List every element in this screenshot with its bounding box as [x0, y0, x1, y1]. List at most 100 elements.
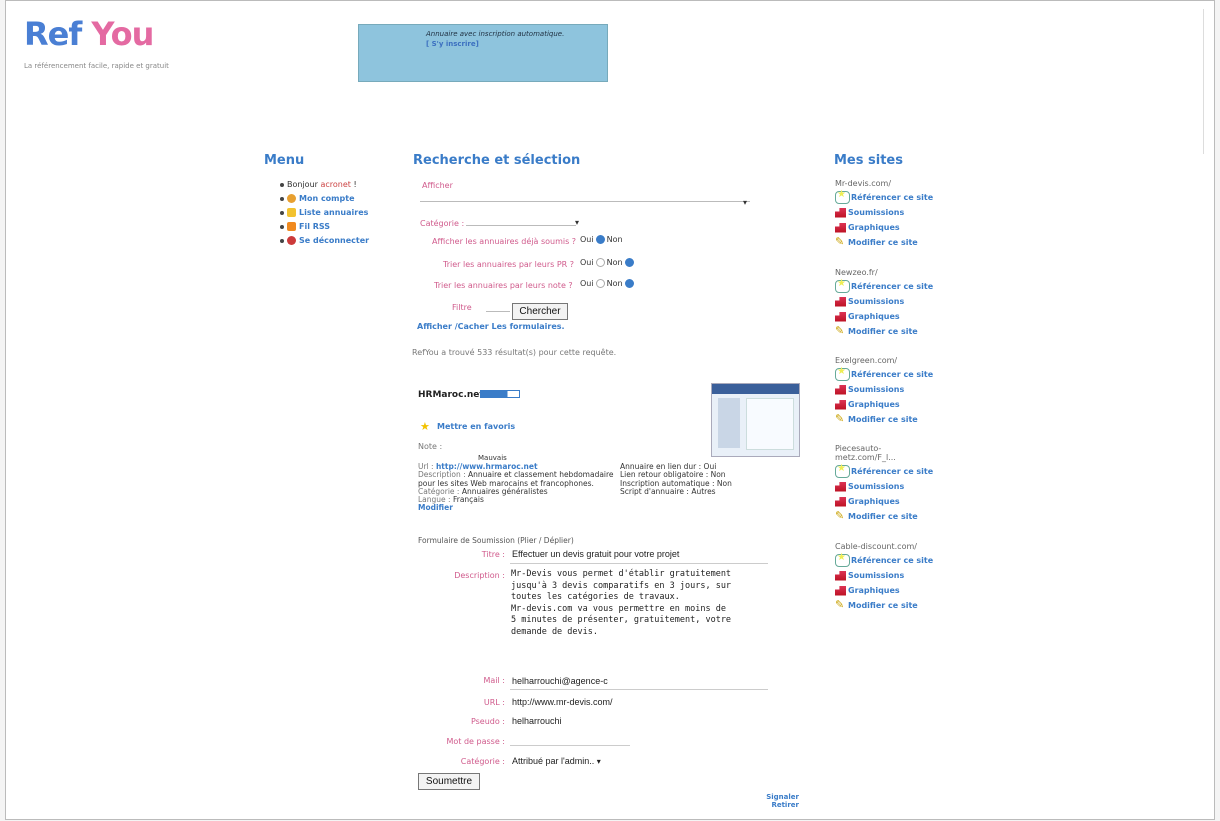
- soumissions-action[interactable]: Soumissions: [835, 382, 985, 397]
- refyou-logo[interactable]: Ref You: [24, 15, 154, 53]
- radio-oui[interactable]: [595, 235, 605, 244]
- referencer-action[interactable]: Référencer ce site: [835, 552, 985, 568]
- modifier-link[interactable]: Modifier: [418, 504, 618, 513]
- radio-oui[interactable]: [595, 258, 605, 267]
- referencer-action[interactable]: Référencer ce site: [835, 189, 985, 205]
- graphiques-link[interactable]: Graphiques: [848, 586, 900, 595]
- afficher-select[interactable]: [420, 201, 750, 202]
- radio-oui[interactable]: [595, 279, 605, 288]
- site-name[interactable]: Cable-discount.com/: [835, 542, 985, 551]
- star-badge-icon: [835, 278, 850, 293]
- soumissions-action[interactable]: Soumissions: [835, 568, 985, 583]
- soumissions-link[interactable]: Soumissions: [848, 571, 904, 580]
- star-badge-icon: [835, 552, 850, 567]
- menu-item-se-deconnecter[interactable]: Se déconnecter: [280, 235, 369, 246]
- pseudo-input[interactable]: helharrouchi: [512, 716, 562, 726]
- modifier-link[interactable]: Modifier ce site: [848, 512, 918, 521]
- modifier-action[interactable]: ✎ Modifier ce site: [835, 412, 985, 427]
- graphiques-action[interactable]: Graphiques: [835, 397, 985, 412]
- site-item: Cable-discount.com/ Référencer ce site S…: [835, 542, 985, 613]
- banner-link[interactable]: [ S'y inscrire]: [426, 40, 479, 48]
- radio-non[interactable]: [624, 279, 634, 288]
- categorie-label: Catégorie :: [420, 219, 465, 228]
- soumissions-link[interactable]: Soumissions: [848, 208, 904, 217]
- referencer-action[interactable]: Référencer ce site: [835, 366, 985, 382]
- logout-icon: [287, 236, 296, 245]
- site-name[interactable]: Newzeo.fr/: [835, 268, 985, 277]
- menu-item-label[interactable]: Mon compte: [299, 194, 355, 203]
- description-textarea[interactable]: Mr-Devis vous permet d'établir gratuitem…: [511, 569, 731, 638]
- url-input[interactable]: http://www.mr-devis.com/: [512, 697, 613, 707]
- referencer-action[interactable]: Référencer ce site: [835, 463, 985, 479]
- username: acronet: [320, 180, 351, 189]
- menu-item-label[interactable]: Liste annuaires: [299, 208, 368, 217]
- filtre-input[interactable]: [486, 311, 510, 312]
- referencer-action[interactable]: Référencer ce site: [835, 278, 985, 294]
- modifier-link[interactable]: Modifier ce site: [848, 238, 918, 247]
- referencer-link[interactable]: Référencer ce site: [851, 556, 933, 565]
- pseudo-label: Pseudo :: [470, 717, 505, 726]
- radio-non[interactable]: [624, 258, 634, 267]
- opt-note-radios: Oui Non: [580, 279, 636, 288]
- categorie-select[interactable]: Attribué par l'admin.. ▾: [512, 756, 601, 766]
- modifier-link[interactable]: Modifier ce site: [848, 327, 918, 336]
- graphiques-action[interactable]: Graphiques: [835, 583, 985, 598]
- categorie-select[interactable]: [466, 225, 576, 226]
- scrollbar[interactable]: [1203, 9, 1212, 154]
- mail-underline: [510, 689, 768, 690]
- chart-icon: [835, 207, 846, 218]
- referencer-link[interactable]: Référencer ce site: [851, 370, 933, 379]
- menu-title: Menu: [264, 153, 305, 168]
- chevron-down-icon[interactable]: ▾: [575, 218, 579, 227]
- modifier-action[interactable]: ✎ Modifier ce site: [835, 598, 985, 613]
- soumissions-action[interactable]: Soumissions: [835, 294, 985, 309]
- titre-input[interactable]: Effectuer un devis gratuit pour votre pr…: [512, 549, 679, 559]
- graphiques-link[interactable]: Graphiques: [848, 223, 900, 232]
- menu-item-mon-compte[interactable]: Mon compte: [280, 193, 369, 204]
- modifier-action[interactable]: ✎ Modifier ce site: [835, 235, 985, 250]
- favorite-link[interactable]: Mettre en favoris: [437, 422, 515, 431]
- submit-button[interactable]: Soumettre: [418, 773, 480, 790]
- soumissions-link[interactable]: Soumissions: [848, 297, 904, 306]
- menu-item-liste-annuaires[interactable]: Liste annuaires: [280, 207, 369, 218]
- star-icon[interactable]: ★: [420, 420, 430, 433]
- graphiques-link[interactable]: Graphiques: [848, 312, 900, 321]
- signaler-link[interactable]: Signaler: [756, 793, 799, 801]
- retirer-link[interactable]: Retirer: [756, 801, 799, 809]
- modifier-action[interactable]: ✎ Modifier ce site: [835, 509, 985, 524]
- search-title: Recherche et sélection: [413, 153, 581, 168]
- opt-pr-label: Trier les annuaires par leurs PR ?: [443, 260, 575, 269]
- chevron-down-icon[interactable]: ▾: [743, 198, 747, 207]
- description-label: Description :: [454, 571, 505, 580]
- soumissions-link[interactable]: Soumissions: [848, 482, 904, 491]
- modifier-link[interactable]: Modifier ce site: [848, 415, 918, 424]
- mail-input[interactable]: helharrouchi@agence-c: [512, 676, 608, 686]
- menu-item-fil-rss[interactable]: Fil RSS: [280, 221, 369, 232]
- menu-item-label[interactable]: Se déconnecter: [299, 236, 369, 245]
- chart-icon: [835, 384, 846, 395]
- site-thumbnail[interactable]: [711, 383, 800, 457]
- menu-item-label[interactable]: Fil RSS: [299, 222, 330, 231]
- referencer-link[interactable]: Référencer ce site: [851, 193, 933, 202]
- referencer-link[interactable]: Référencer ce site: [851, 467, 933, 476]
- graphiques-link[interactable]: Graphiques: [848, 497, 900, 506]
- search-button[interactable]: Chercher: [512, 303, 568, 320]
- toggle-forms-link[interactable]: Afficher /Cacher Les formulaires.: [417, 322, 565, 331]
- graphiques-link[interactable]: Graphiques: [848, 400, 900, 409]
- site-name[interactable]: Mr-devis.com/: [835, 179, 985, 188]
- graphiques-action[interactable]: Graphiques: [835, 494, 985, 509]
- modifier-link[interactable]: Modifier ce site: [848, 601, 918, 610]
- graphiques-action[interactable]: Graphiques: [835, 220, 985, 235]
- soumissions-action[interactable]: Soumissions: [835, 479, 985, 494]
- graphiques-action[interactable]: Graphiques: [835, 309, 985, 324]
- chart-icon: [835, 222, 846, 233]
- password-input[interactable]: [510, 745, 630, 746]
- modifier-action[interactable]: ✎ Modifier ce site: [835, 324, 985, 339]
- form-header[interactable]: Formulaire de Soumission (Plier / Déplie…: [418, 536, 574, 545]
- soumissions-action[interactable]: Soumissions: [835, 205, 985, 220]
- site-name[interactable]: Exelgreen.com/: [835, 356, 985, 365]
- referencer-link[interactable]: Référencer ce site: [851, 282, 933, 291]
- site-name[interactable]: Piecesauto-metz.com/F_l...: [835, 444, 905, 462]
- opt-deja-soumis-radios: Oui Non: [580, 235, 623, 244]
- soumissions-link[interactable]: Soumissions: [848, 385, 904, 394]
